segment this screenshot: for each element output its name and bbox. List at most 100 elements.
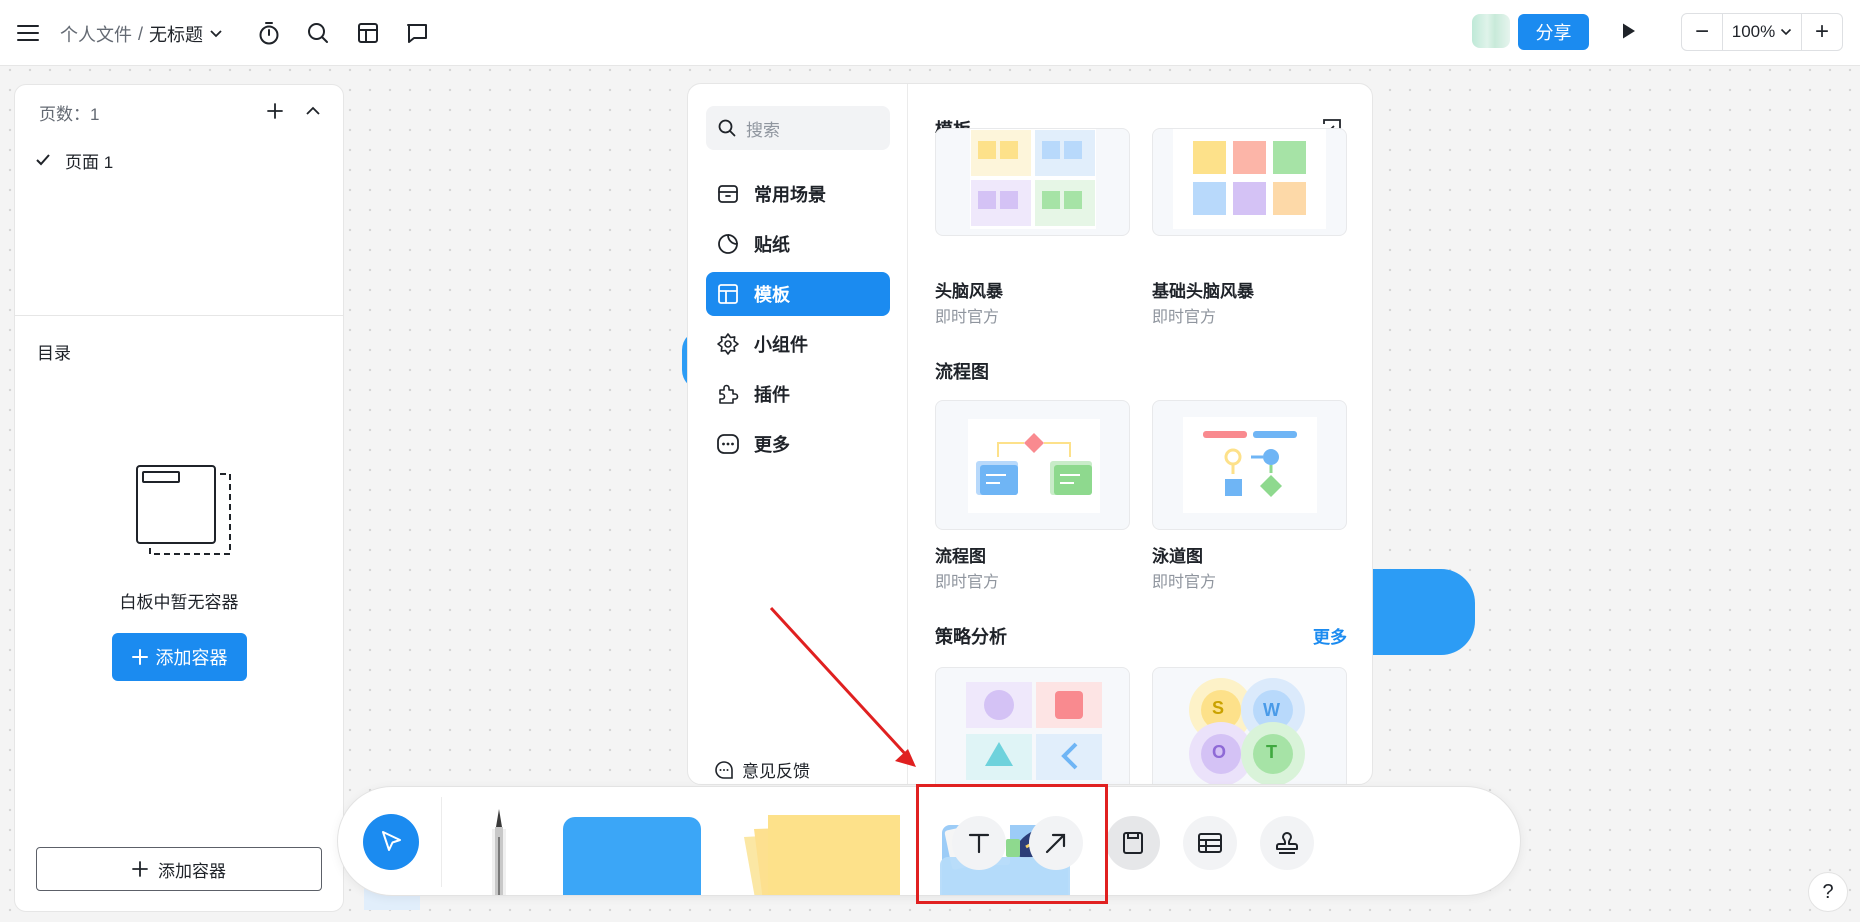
add-container-footer-button[interactable]: 添加容器 bbox=[36, 847, 322, 891]
nav-item-plugins[interactable]: 插件 bbox=[706, 372, 890, 416]
template-source: 即时官方 bbox=[935, 574, 1000, 591]
shape-tool[interactable] bbox=[563, 817, 701, 895]
template-icon bbox=[716, 282, 740, 306]
nav-label: 贴纸 bbox=[754, 235, 790, 255]
nav-item-more[interactable]: 更多 bbox=[706, 422, 890, 466]
zoom-out-button[interactable]: − bbox=[1682, 14, 1722, 50]
timer-icon[interactable] bbox=[255, 19, 283, 47]
zoom-control: − 100% + bbox=[1681, 13, 1843, 51]
template-card-flowchart[interactable] bbox=[935, 400, 1130, 530]
select-tool[interactable] bbox=[363, 814, 419, 870]
text-icon bbox=[966, 830, 992, 856]
page-list-item[interactable]: 页面 1 bbox=[35, 147, 113, 173]
collaborator-avatar[interactable] bbox=[1472, 14, 1510, 48]
table-tool[interactable] bbox=[1183, 816, 1237, 870]
comment-icon[interactable] bbox=[403, 19, 431, 47]
chevron-up-icon[interactable] bbox=[299, 97, 327, 125]
add-container-label: 添加容器 bbox=[155, 648, 228, 668]
template-name: 泳道图 bbox=[1152, 547, 1203, 566]
widget-icon bbox=[716, 332, 740, 356]
breadcrumb-parent[interactable]: 个人文件 bbox=[60, 21, 132, 47]
nav-label: 常用场景 bbox=[754, 185, 826, 205]
layout-icon[interactable] bbox=[354, 19, 382, 47]
template-name: 基础头脑风暴 bbox=[1152, 282, 1254, 301]
container-tool[interactable] bbox=[1106, 816, 1160, 870]
box-icon bbox=[716, 182, 740, 206]
template-card-strategy[interactable] bbox=[935, 667, 1130, 784]
swot-letter: W bbox=[1263, 700, 1280, 720]
help-button[interactable]: ? bbox=[1808, 872, 1848, 912]
nav-item-stickers[interactable]: 贴纸 bbox=[706, 222, 890, 266]
menu-icon[interactable] bbox=[14, 19, 42, 47]
text-tool[interactable] bbox=[952, 816, 1006, 870]
template-card-basic-brainstorm[interactable] bbox=[1152, 128, 1347, 236]
stamp-icon bbox=[1274, 830, 1300, 856]
nav-label: 小组件 bbox=[754, 335, 808, 355]
feedback-link[interactable]: 意见反馈 bbox=[714, 757, 810, 782]
template-gallery: 模板 头脑风暴 即时官方 基础头脑风暴 即时官方 流程图 bbox=[908, 84, 1372, 784]
plugin-icon bbox=[716, 382, 740, 406]
search-input[interactable]: 搜索 bbox=[706, 106, 890, 150]
zoom-level-value: 100% bbox=[1731, 22, 1776, 41]
empty-container-icon bbox=[133, 465, 245, 565]
section-title: 流程图 bbox=[935, 362, 989, 382]
checkmark-icon bbox=[35, 153, 51, 167]
page-count: 页数：1 bbox=[39, 105, 100, 124]
more-icon bbox=[716, 432, 740, 456]
resource-library-panel: 搜索 常用场景 贴纸 模板 小组件 插件 更多 意见反馈 头脑风暴 即时官方 基… bbox=[687, 83, 1373, 785]
search-icon bbox=[718, 119, 736, 137]
template-card-swimlane[interactable] bbox=[1152, 400, 1347, 530]
chevron-down-icon bbox=[1780, 28, 1792, 36]
present-play-icon[interactable] bbox=[1614, 16, 1644, 46]
template-card-swot[interactable]: S W O T bbox=[1152, 667, 1347, 784]
arrow-tool[interactable] bbox=[1029, 816, 1083, 870]
share-button[interactable]: 分享 bbox=[1518, 14, 1589, 50]
swot-letter: T bbox=[1266, 742, 1277, 762]
nav-label: 模板 bbox=[754, 285, 790, 305]
nav-item-widgets[interactable]: 小组件 bbox=[706, 322, 890, 366]
swot-letter: O bbox=[1212, 742, 1227, 762]
sticky-note-tool[interactable] bbox=[734, 815, 904, 895]
nav-label: 更多 bbox=[754, 435, 790, 455]
zoom-level-dropdown[interactable]: 100% bbox=[1722, 14, 1802, 50]
table-icon bbox=[1197, 831, 1223, 855]
toc-title: 目录 bbox=[37, 344, 71, 363]
plus-icon bbox=[132, 861, 148, 877]
template-source: 即时官方 bbox=[1152, 574, 1217, 591]
zoom-in-button[interactable]: + bbox=[1802, 14, 1842, 50]
template-source: 即时官方 bbox=[935, 309, 1000, 326]
resource-nav: 搜索 常用场景 贴纸 模板 小组件 插件 更多 意见反馈 bbox=[688, 84, 908, 784]
feedback-label: 意见反馈 bbox=[742, 762, 810, 781]
empty-state-text: 白板中暂无容器 bbox=[119, 593, 239, 612]
search-placeholder: 搜索 bbox=[746, 120, 780, 140]
swot-letter: S bbox=[1212, 698, 1225, 718]
sticker-icon bbox=[716, 232, 740, 256]
document-title[interactable]: 无标题 bbox=[149, 21, 203, 47]
top-bar: 个人文件 / 无标题 分享 − 100% + bbox=[0, 0, 1860, 66]
chevron-down-icon[interactable] bbox=[209, 29, 223, 39]
divider bbox=[15, 315, 343, 316]
bottom-toolbar bbox=[337, 786, 1521, 896]
add-container-label: 添加容器 bbox=[158, 861, 226, 881]
template-card-brainstorm[interactable] bbox=[935, 128, 1130, 236]
nav-item-common-scenes[interactable]: 常用场景 bbox=[706, 172, 890, 216]
breadcrumb-separator: / bbox=[138, 23, 144, 44]
template-source: 即时官方 bbox=[1152, 309, 1217, 326]
frame-icon bbox=[1121, 830, 1145, 856]
template-name: 流程图 bbox=[935, 547, 986, 566]
add-page-icon[interactable] bbox=[261, 97, 289, 125]
add-container-button[interactable]: 添加容器 bbox=[112, 633, 247, 681]
pen-tool[interactable] bbox=[484, 807, 514, 895]
search-icon[interactable] bbox=[304, 19, 332, 47]
feedback-icon bbox=[714, 760, 734, 780]
nav-item-templates[interactable]: 模板 bbox=[706, 272, 890, 316]
breadcrumb: 个人文件 / 无标题 bbox=[60, 21, 223, 47]
pointer-icon bbox=[378, 829, 404, 855]
stamp-tool[interactable] bbox=[1260, 816, 1314, 870]
template-name: 头脑风暴 bbox=[935, 282, 1003, 301]
arrow-line-icon bbox=[1043, 830, 1069, 856]
section-title: 策略分析 bbox=[935, 627, 1007, 647]
pages-panel: 页数：1 页面 1 目录 白板中暂无容器 添加容器 添加容器 bbox=[14, 84, 344, 912]
more-link[interactable]: 更多 bbox=[1313, 623, 1347, 648]
nav-label: 插件 bbox=[754, 385, 790, 405]
